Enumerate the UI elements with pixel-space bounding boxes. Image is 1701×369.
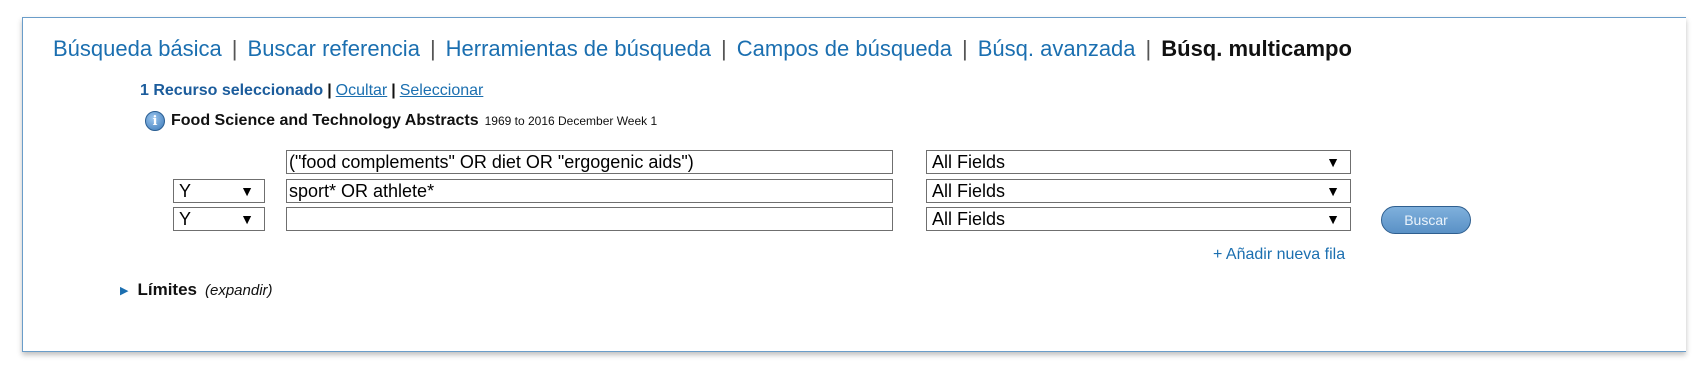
limits-expand-hint: (expandir) (205, 281, 273, 299)
search-term-input-3[interactable] (286, 207, 893, 231)
search-term-input-1[interactable]: ("food complements" OR diet OR "ergogeni… (286, 150, 893, 174)
search-mode-tabs: Búsqueda básica | Buscar referencia | Herram… (53, 36, 1352, 61)
tab-campos-busqueda[interactable]: Campos de búsqueda (737, 36, 952, 61)
chevron-down-icon: ▼ (240, 183, 254, 199)
chevron-down-icon: ▼ (240, 211, 254, 227)
selected-resources-line: 1 Recurso seleccionado | Ocultar | Seleccion… (140, 82, 484, 99)
field-select-value: All Fields (932, 152, 1006, 172)
hide-resources-link[interactable]: Ocultar (336, 82, 388, 99)
field-select-2[interactable]: All Fields ▼ (926, 179, 1351, 203)
selected-resources-count: 1 Recurso seleccionado (140, 82, 324, 99)
tab-busq-multicampo: Búsq. multicampo (1161, 36, 1352, 61)
multifield-search-panel: Búsqueda básica | Buscar referencia | Herram… (22, 17, 1686, 352)
select-resources-link[interactable]: Seleccionar (400, 82, 484, 99)
chevron-down-icon: ▼ (1326, 154, 1340, 170)
field-select-value: All Fields (932, 209, 1006, 229)
search-button[interactable]: Buscar (1381, 206, 1471, 234)
info-icon[interactable]: i (145, 111, 165, 131)
operator-value: Y (179, 209, 192, 229)
operator-value: Y (179, 181, 192, 201)
add-row-link[interactable]: + Añadir nueva fila (1213, 246, 1345, 264)
database-name: Food Science and Technology Abstracts (171, 112, 479, 129)
operator-select-3[interactable]: Y ▼ (173, 207, 265, 231)
expand-triangle-icon: ▶ (120, 284, 129, 297)
limits-label: Límites (137, 280, 197, 299)
tab-herramientas-busqueda[interactable]: Herramientas de búsqueda (446, 36, 711, 61)
database-info: i Food Science and Technology Abstracts … (145, 111, 657, 131)
search-term-input-2[interactable]: sport* OR athlete* (286, 179, 893, 203)
chevron-down-icon: ▼ (1326, 183, 1340, 199)
field-select-1[interactable]: All Fields ▼ (926, 150, 1351, 174)
limits-toggle[interactable]: ▶ Límites (expandir) (120, 280, 273, 300)
operator-select-2[interactable]: Y ▼ (173, 179, 265, 203)
field-select-value: All Fields (932, 181, 1006, 201)
database-range: 1969 to 2016 December Week 1 (484, 114, 658, 128)
chevron-down-icon: ▼ (1326, 211, 1340, 227)
tab-busq-avanzada[interactable]: Búsq. avanzada (978, 36, 1136, 61)
tab-busqueda-basica[interactable]: Búsqueda básica (53, 36, 222, 61)
field-select-3[interactable]: All Fields ▼ (926, 207, 1351, 231)
tab-buscar-referencia[interactable]: Buscar referencia (248, 36, 420, 61)
